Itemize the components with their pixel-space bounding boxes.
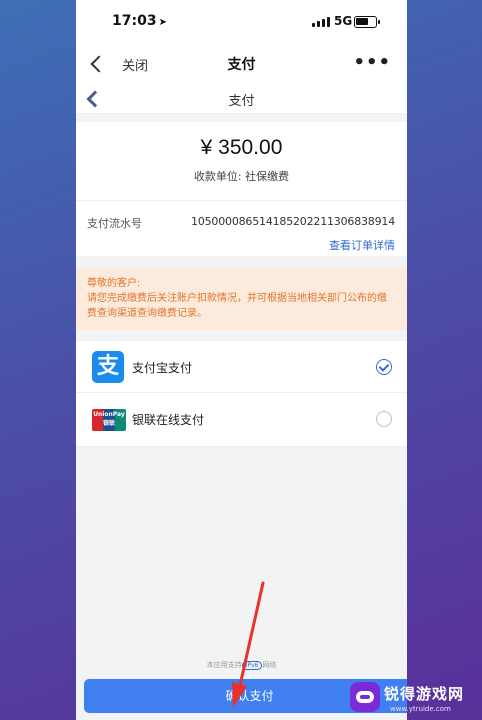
order-detail-link[interactable]: 查看订单详情: [329, 237, 395, 253]
selected-check-icon[interactable]: [376, 359, 392, 375]
status-bar: 17:03 ➤ 5G: [76, 0, 407, 44]
phone-screen: 17:03 ➤ 5G 关闭 支付 ••• 支付 ¥ 350.00 收款单位: 社保…: [76, 0, 407, 720]
sub-navigation-bar: 支付: [76, 84, 407, 114]
unionpay-logo-icon: UnionPay 银联: [92, 409, 126, 431]
divider: [76, 114, 407, 122]
payment-method-label: 支付宝支付: [132, 361, 193, 375]
order-number-label: 支付流水号: [87, 217, 142, 230]
battery-icon: [354, 16, 380, 28]
status-time: 17:03 ➤: [112, 13, 167, 29]
more-options-icon[interactable]: •••: [353, 52, 391, 73]
payment-method-unionpay[interactable]: UnionPay 银联 银联在线支付: [76, 393, 407, 447]
order-card: 支付流水号 1050000865141852022113068389​14 查看…: [76, 200, 407, 256]
watermark-url: www.ytruide.com: [390, 705, 451, 713]
payment-method-label: 银联在线支付: [132, 413, 205, 427]
signal-icon: [312, 17, 330, 27]
amount-card: ¥ 350.00 收款单位: 社保缴费: [76, 122, 407, 200]
payment-amount: ¥ 350.00: [200, 136, 283, 159]
notice-box: 尊敬的客户: 请您完成缴费后关注账户扣款情况，并可根据当地相关部门公布的缴费查询…: [76, 268, 407, 330]
alipay-logo-icon: 支: [92, 351, 124, 383]
notice-body: 请您完成缴费后关注账户扣款情况，并可根据当地相关部门公布的缴费查询渠道查询缴费记…: [87, 293, 387, 319]
payee-label: 收款单位: 社保缴费: [193, 170, 290, 183]
payment-method-alipay[interactable]: 支 支付宝支付: [76, 341, 407, 393]
site-watermark: 锐得游戏网 www.ytruide.com: [350, 680, 478, 720]
notice-greeting: 尊敬的客户:: [87, 278, 141, 289]
location-arrow-icon: ➤: [158, 17, 167, 28]
sub-page-title: 支付: [228, 94, 255, 109]
network-type: 5G: [334, 14, 353, 28]
unselected-radio-icon[interactable]: [376, 411, 392, 427]
ipv6-badge: IPv6: [241, 661, 263, 670]
top-navigation-bar: 关闭 支付 •••: [76, 44, 407, 84]
watermark-title: 锐得游戏网: [384, 685, 465, 703]
gamepad-icon: [350, 682, 380, 712]
ipv6-support-note: 本应用支持 IPv6 网络: [206, 661, 277, 670]
order-number-value: 1050000865141852022113068389​14: [191, 215, 395, 228]
payment-method-list: 支 支付宝支付 UnionPay 银联 银联在线支付: [76, 341, 407, 447]
